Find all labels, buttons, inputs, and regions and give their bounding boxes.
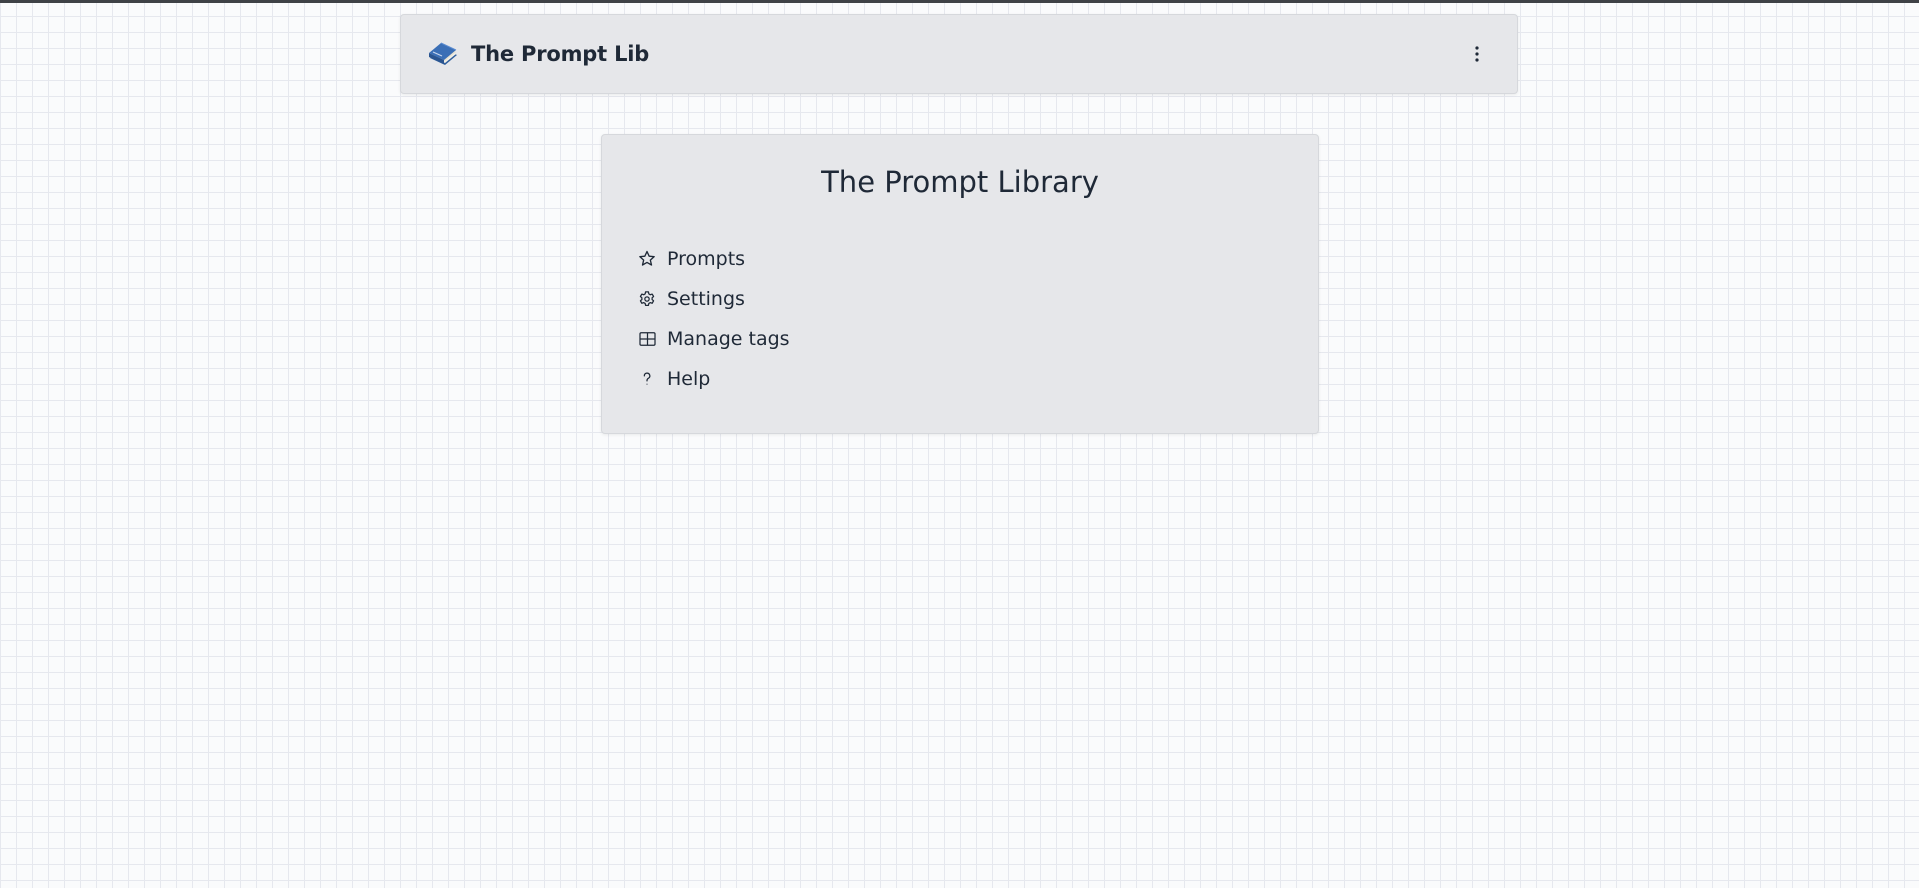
home-card: The Prompt Library Prompts Settings Mana…	[601, 134, 1319, 434]
gear-icon	[636, 288, 658, 310]
menu-item-label: Settings	[667, 288, 745, 310]
top-navbar: The Prompt Lib	[400, 14, 1518, 94]
menu-item-help[interactable]: Help	[636, 359, 790, 399]
more-options-button[interactable]	[1463, 40, 1491, 68]
top-window-strip	[0, 0, 1919, 3]
menu-item-manage-tags[interactable]: Manage tags	[636, 319, 790, 359]
brand-title: The Prompt Lib	[471, 42, 650, 66]
menu-item-label: Manage tags	[667, 328, 790, 350]
menu-item-prompts[interactable]: Prompts	[636, 239, 790, 279]
star-icon	[636, 248, 658, 270]
menu-item-label: Help	[667, 368, 711, 390]
page-title: The Prompt Library	[821, 165, 1099, 199]
book-icon	[427, 39, 459, 69]
menu-item-label: Prompts	[667, 248, 746, 270]
home-menu: Prompts Settings Manage tags Help	[636, 239, 790, 399]
brand[interactable]: The Prompt Lib	[427, 39, 649, 69]
more-vertical-icon	[1475, 46, 1479, 62]
menu-item-settings[interactable]: Settings	[636, 279, 790, 319]
question-icon	[636, 368, 658, 390]
table-icon	[636, 328, 658, 350]
